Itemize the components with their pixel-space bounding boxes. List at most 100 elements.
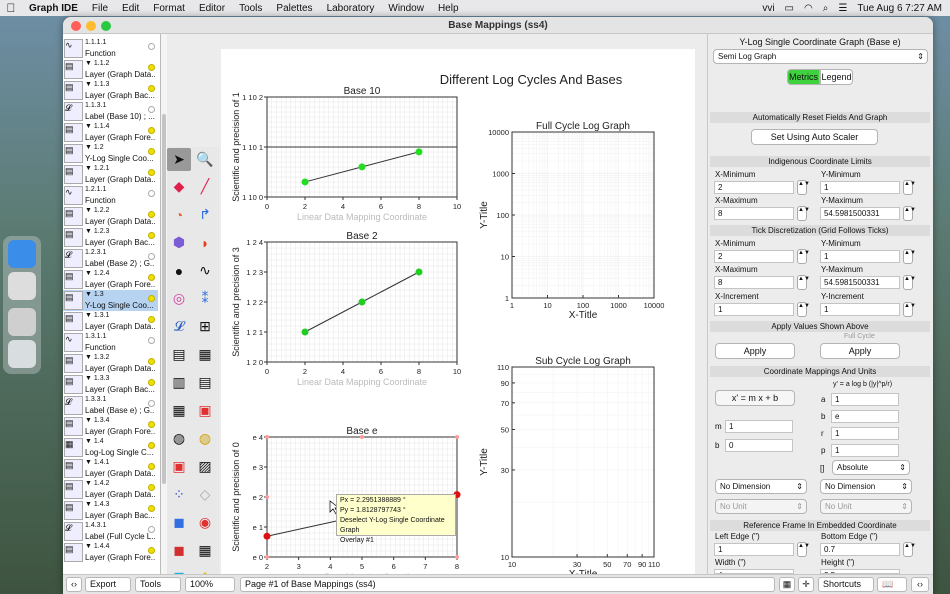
tree-row[interactable]: ∿ 1.2.1.1 Function: [63, 185, 158, 206]
lim-xmin-field[interactable]: 2: [714, 181, 794, 194]
menu-format[interactable]: Format: [146, 3, 192, 14]
tree-row[interactable]: ▤ ▼ 1.2.3 Layer (Graph Bac...: [63, 227, 158, 248]
close-icon[interactable]: [71, 21, 81, 31]
menu-file[interactable]: File: [85, 3, 115, 14]
tree-row[interactable]: 𝓛 1.3.3.1 Label (Base e) ; G...: [63, 395, 158, 416]
tree-row[interactable]: ▤ ▼ 1.4.4 Layer (Graph Fore...: [63, 542, 158, 563]
lim-ymax-stepper[interactable]: ▲▼: [903, 206, 916, 221]
label-tool-icon[interactable]: 𝓛: [167, 315, 191, 338]
blob-tool-icon[interactable]: ◗: [193, 231, 217, 254]
a-field[interactable]: 1: [831, 393, 899, 406]
visibility-dot[interactable]: [148, 484, 155, 491]
menu-help[interactable]: Help: [431, 3, 466, 14]
diamond-tool-icon[interactable]: ◆: [167, 175, 191, 198]
apply-left-button[interactable]: Apply: [715, 343, 795, 359]
xlog-tool-icon[interactable]: ▥: [167, 371, 191, 394]
graph-type-popup[interactable]: Semi Log Graph: [713, 49, 928, 64]
visibility-dot[interactable]: [148, 400, 155, 407]
book-icon[interactable]: 📖: [877, 577, 907, 592]
tree-row[interactable]: 𝓛 1.2.3.1 Label (Base 2) ; G...: [63, 248, 158, 269]
r-field[interactable]: 1: [831, 427, 899, 440]
image-tool-icon[interactable]: ▨: [193, 455, 217, 478]
tree-row[interactable]: ▤ ▼ 1.1.3 Layer (Graph Bac...: [63, 80, 158, 101]
tree-row[interactable]: ▤ ▼ 1.2.2 Layer (Graph Data...: [63, 206, 158, 227]
visibility-dot[interactable]: [148, 463, 155, 470]
tick-ymax-field[interactable]: 54.5981500331: [820, 276, 900, 289]
graph-tool-icon[interactable]: ▦: [193, 343, 217, 366]
page-indicator[interactable]: Page #1 of Base Mappings (ss4): [240, 577, 775, 592]
control-center-icon[interactable]: ☰: [838, 3, 847, 14]
nav-arrows-icon[interactable]: ‹›: [66, 577, 82, 592]
visibility-dot[interactable]: [148, 43, 155, 50]
numbers-tool-icon[interactable]: ⁑: [193, 287, 217, 310]
table-tool-icon[interactable]: ▦: [193, 539, 217, 562]
sphere-tool-icon[interactable]: ◉: [193, 511, 217, 534]
y-dimension-popup[interactable]: No Dimension: [820, 479, 912, 494]
tree-row[interactable]: ▤ ▼ 1.4.2 Layer (Graph Data...: [63, 479, 158, 500]
crosshair-icon[interactable]: ✛: [798, 577, 814, 592]
menu-editor[interactable]: Editor: [192, 3, 232, 14]
minimize-icon[interactable]: [86, 21, 96, 31]
visibility-dot[interactable]: [148, 106, 155, 113]
clock[interactable]: Tue Aug 6 7:27 AM: [857, 3, 942, 14]
cube3d-tool-icon[interactable]: ◼: [167, 539, 191, 562]
visibility-dot[interactable]: [148, 274, 155, 281]
lim-ymin-stepper[interactable]: ▲▼: [903, 180, 916, 195]
tick-xmax-stepper[interactable]: ▲▼: [797, 275, 810, 290]
tick-xmin-field[interactable]: 2: [714, 250, 794, 263]
visibility-dot[interactable]: [148, 379, 155, 386]
menu-window[interactable]: Window: [381, 3, 431, 14]
x-dimension-popup[interactable]: No Dimension: [715, 479, 807, 494]
tree-row[interactable]: ▤ ▼ 1.1.4 Layer (Graph Fore...: [63, 122, 158, 143]
apple-icon[interactable]: : [0, 1, 22, 15]
visibility-dot[interactable]: [148, 316, 155, 323]
visibility-dot[interactable]: [148, 421, 155, 428]
lim-ymax-field[interactable]: 54.5981500331: [820, 207, 900, 220]
lim-xmin-stepper[interactable]: ▲▼: [797, 180, 810, 195]
nxy-tool-icon[interactable]: ⊞: [193, 315, 217, 338]
export-popup[interactable]: Export: [85, 577, 131, 592]
visibility-dot[interactable]: [148, 295, 155, 302]
arrow-tool-icon[interactable]: ➤: [167, 148, 191, 171]
bottom-edge-stepper[interactable]: ▲▼: [903, 542, 916, 557]
m-field[interactable]: 1: [725, 420, 793, 433]
p-field[interactable]: 1: [831, 444, 899, 457]
visibility-dot[interactable]: [148, 337, 155, 344]
tree-row[interactable]: ▤ ▼ 1.4.3 Layer (Graph Bac...: [63, 500, 158, 521]
menu-edit[interactable]: Edit: [115, 3, 146, 14]
tick-ymin-field[interactable]: 1: [820, 250, 900, 263]
tree-row[interactable]: ▤ ▼ 1.1.2 Layer (Graph Data...: [63, 59, 158, 80]
trash-icon[interactable]: [8, 340, 36, 368]
nxy-data-tool-icon[interactable]: ▤: [167, 343, 191, 366]
tick-xmax-field[interactable]: 8: [714, 276, 794, 289]
zoom-popup[interactable]: 100%: [185, 577, 235, 592]
visibility-dot[interactable]: [148, 190, 155, 197]
finder-icon[interactable]: [8, 240, 36, 268]
absolute-popup[interactable]: Absolute: [832, 460, 910, 475]
menu-palettes[interactable]: Palettes: [269, 3, 319, 14]
tree-row[interactable]: ▤ ▼ 1.3 Y-Log Single Coo...: [63, 290, 158, 311]
dots-tool-icon[interactable]: ⁘: [167, 483, 191, 506]
tree-row[interactable]: ∿ 1.3.1.1 Function: [63, 332, 158, 353]
base-field[interactable]: e: [831, 410, 899, 423]
semilog-tool-icon[interactable]: ▤: [193, 371, 217, 394]
lim-xmax-field[interactable]: 8: [714, 207, 794, 220]
user-name[interactable]: vvi: [762, 3, 774, 14]
visibility-dot[interactable]: [148, 547, 155, 554]
y-unit-popup[interactable]: No Unit: [820, 499, 912, 514]
graph-canvas[interactable]: Different Log Cycles And Bases Base 10 Sci…: [221, 49, 695, 574]
tree-row[interactable]: ▤ ▼ 1.2.1 Layer (Graph Data...: [63, 164, 158, 185]
shortcuts-popup[interactable]: Shortcuts: [818, 577, 874, 592]
cube-outline-tool-icon[interactable]: ◇: [193, 483, 217, 506]
battery-icon[interactable]: ▭: [785, 3, 794, 14]
tick-xinc-stepper[interactable]: ▲▼: [797, 302, 810, 317]
tick-ymax-stepper[interactable]: ▲▼: [903, 275, 916, 290]
visibility-dot[interactable]: [148, 64, 155, 71]
tick-yinc-stepper[interactable]: ▲▼: [903, 302, 916, 317]
tree-row[interactable]: ▤ ▼ 1.2.4 Layer (Graph Fore...: [63, 269, 158, 290]
utilities-icon[interactable]: [8, 272, 36, 300]
visibility-dot[interactable]: [148, 127, 155, 134]
outline-tree[interactable]: ∿ 1.1.1.1 Function ▤ ▼ 1.1.2 Layer (Graph Dat…: [63, 34, 161, 574]
x-unit-popup[interactable]: No Unit: [715, 499, 807, 514]
tick-yinc-field[interactable]: 1: [820, 303, 900, 316]
